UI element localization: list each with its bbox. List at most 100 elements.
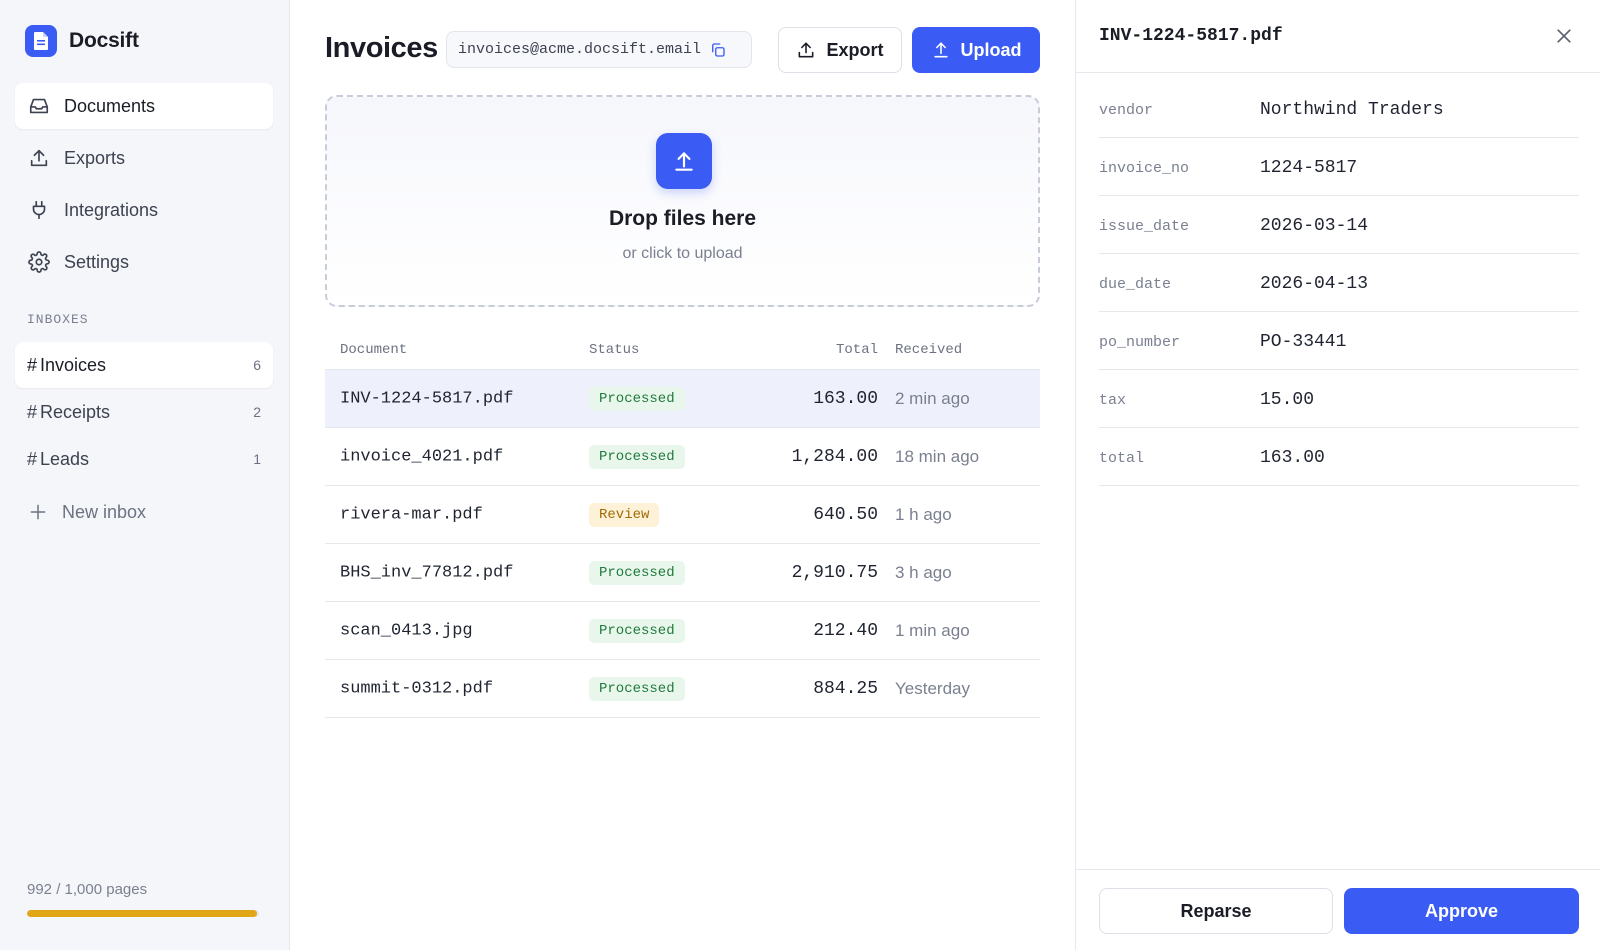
document-name: INV-1224-5817.pdf xyxy=(340,389,514,408)
field-key: total xyxy=(1099,450,1145,467)
field-value[interactable]: 15.00 xyxy=(1260,390,1314,410)
field-key: tax xyxy=(1099,392,1127,409)
status-cell: Processed xyxy=(589,444,685,469)
upload-label: Upload xyxy=(960,39,1022,60)
column-header-status[interactable]: Status xyxy=(589,342,639,358)
export-label: Export xyxy=(826,39,884,60)
status-cell: Processed xyxy=(589,560,685,585)
gear-icon xyxy=(28,251,50,273)
inbox-item-leads[interactable]: # Leads 1 xyxy=(15,436,273,482)
copy-icon[interactable] xyxy=(709,41,727,59)
field-row-issue-date: issue_date 2026-03-14 xyxy=(1099,196,1579,254)
status-badge: Processed xyxy=(589,618,685,643)
total-value: 2,910.75 xyxy=(791,562,878,583)
usage-bar-fill xyxy=(27,910,258,917)
status-cell: Processed xyxy=(589,676,685,701)
dropzone[interactable]: Drop files here or click to upload xyxy=(325,95,1040,307)
inbox-count: 1 xyxy=(253,451,261,467)
status-badge: Review xyxy=(589,502,660,527)
hash-icon: # xyxy=(27,401,38,422)
total-value: 163.00 xyxy=(813,388,878,409)
status-cell: Review xyxy=(589,502,660,527)
status-cell: Processed xyxy=(589,386,685,411)
total-value: 640.50 xyxy=(813,504,878,525)
inbox-count: 2 xyxy=(253,404,261,420)
hash-icon: # xyxy=(27,354,38,375)
status-badge: Processed xyxy=(589,560,685,585)
column-header-received[interactable]: Received xyxy=(895,342,962,358)
sidebar-item-documents[interactable]: Documents xyxy=(15,83,273,129)
field-value[interactable]: 1224-5817 xyxy=(1260,158,1357,178)
table-header: Document Status Total Received xyxy=(325,330,1040,370)
field-row-invoice-no: invoice_no 1224-5817 xyxy=(1099,138,1579,196)
table-row[interactable]: invoice_4021.pdf Processed 1,284.00 18 m… xyxy=(325,428,1040,486)
field-value[interactable]: 2026-04-13 xyxy=(1260,274,1368,294)
status-badge: Processed xyxy=(589,444,685,469)
dropzone-title: Drop files here xyxy=(608,207,757,230)
received-time: 1 h ago xyxy=(895,504,952,524)
status-badge: Processed xyxy=(589,386,685,411)
dropzone-subtitle: or click to upload xyxy=(622,245,743,262)
column-header-document[interactable]: Document xyxy=(340,342,407,358)
total-value: 212.40 xyxy=(813,620,878,641)
field-key: vendor xyxy=(1099,102,1154,119)
document-name: rivera-mar.pdf xyxy=(340,505,483,524)
document-name: scan_0413.jpg xyxy=(340,621,473,640)
table-row[interactable]: INV-1224-5817.pdf Processed 163.00 2 min… xyxy=(325,370,1040,428)
close-icon[interactable] xyxy=(1554,26,1574,46)
received-time: 18 min ago xyxy=(895,446,980,466)
status-badge: Processed xyxy=(589,676,685,701)
export-button[interactable]: Export xyxy=(778,27,902,73)
inbox-email-chip[interactable]: invoices@acme.docsift.email xyxy=(446,31,752,68)
field-value[interactable]: 2026-03-14 xyxy=(1260,216,1368,236)
inbox-item-receipts[interactable]: # Receipts 2 xyxy=(15,389,273,435)
field-row-tax: tax 15.00 xyxy=(1099,370,1579,428)
table-row[interactable]: BHS_inv_77812.pdf Processed 2,910.75 3 h… xyxy=(325,544,1040,602)
upload-icon xyxy=(933,42,948,58)
inbox-label: Receipts xyxy=(40,401,111,422)
usage-text: 992 / 1,000 pages xyxy=(27,881,148,898)
sidebar-item-label: Exports xyxy=(64,147,126,168)
table-row[interactable]: summit-0312.pdf Processed 884.25 Yesterd… xyxy=(325,660,1040,718)
sidebar: Docsift Documents Exports Integrations S… xyxy=(0,0,290,950)
sidebar-item-settings[interactable]: Settings xyxy=(15,239,273,285)
sidebar-item-label: Integrations xyxy=(64,199,159,220)
received-time: 2 min ago xyxy=(895,388,970,408)
upload-button[interactable]: Upload xyxy=(912,27,1040,73)
new-inbox-button[interactable]: New inbox xyxy=(15,489,273,535)
detail-title: INV-1224-5817.pdf xyxy=(1099,26,1283,46)
inbox-label: Invoices xyxy=(40,354,107,375)
received-time: 1 min ago xyxy=(895,620,970,640)
app-name: Docsift xyxy=(69,29,139,52)
field-row-vendor: vendor Northwind Traders xyxy=(1099,80,1579,138)
detail-panel: INV-1224-5817.pdf vendor Northwind Trade… xyxy=(1075,0,1600,950)
reparse-button[interactable]: Reparse xyxy=(1099,888,1333,934)
inbox-email: invoices@acme.docsift.email xyxy=(458,41,702,58)
table-row[interactable]: scan_0413.jpg Processed 212.40 1 min ago xyxy=(325,602,1040,660)
field-row-total: total 163.00 xyxy=(1099,428,1579,486)
document-icon xyxy=(25,25,57,57)
detail-panel-header: INV-1224-5817.pdf xyxy=(1076,0,1600,73)
table-row[interactable]: rivera-mar.pdf Review 640.50 1 h ago xyxy=(325,486,1040,544)
document-name: BHS_inv_77812.pdf xyxy=(340,563,514,582)
inboxes-section-label: INBOXES xyxy=(27,312,89,327)
field-key: invoice_no xyxy=(1099,160,1190,177)
brand[interactable]: Docsift xyxy=(25,25,139,57)
column-header-total[interactable]: Total xyxy=(836,342,878,358)
upload-icon xyxy=(799,42,814,58)
inbox-label: Leads xyxy=(40,448,90,469)
sidebar-item-exports[interactable]: Exports xyxy=(15,135,273,181)
upload-icon xyxy=(30,149,48,167)
field-value[interactable]: Northwind Traders xyxy=(1260,100,1444,120)
approve-button[interactable]: Approve xyxy=(1344,888,1579,934)
sidebar-item-label: Documents xyxy=(64,95,156,116)
field-value[interactable]: PO-33441 xyxy=(1260,332,1346,352)
sidebar-item-label: Settings xyxy=(64,251,130,272)
inbox-item-invoices[interactable]: # Invoices 6 xyxy=(15,342,273,388)
document-name: invoice_4021.pdf xyxy=(340,447,504,466)
plus-icon xyxy=(30,504,46,520)
sidebar-item-integrations[interactable]: Integrations xyxy=(15,187,273,233)
inbox-count: 6 xyxy=(253,357,261,373)
field-value[interactable]: 163.00 xyxy=(1260,448,1325,468)
plug-icon xyxy=(32,200,46,220)
